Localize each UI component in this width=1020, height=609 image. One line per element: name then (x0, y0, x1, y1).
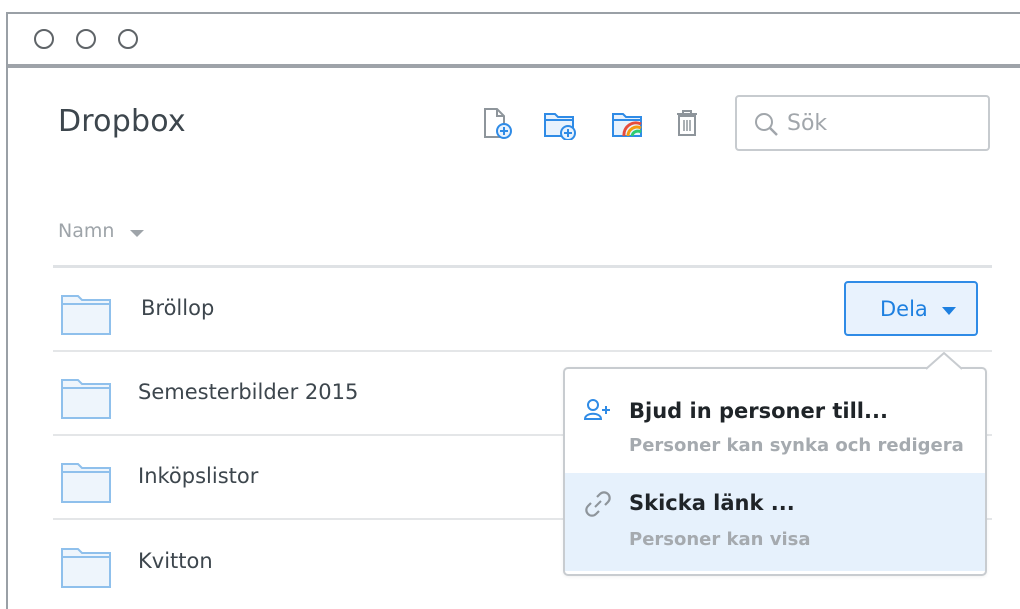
window-close-dot[interactable] (34, 29, 54, 49)
new-folder-icon[interactable] (542, 106, 576, 141)
menu-item-subtitle: Personer kan visa (629, 529, 811, 550)
menu-item-subtitle: Personer kan synka och redigera (629, 435, 964, 456)
column-header-label: Namn (58, 220, 115, 242)
folder-icon (61, 295, 111, 335)
folder-icon (61, 548, 111, 588)
menu-item-title: Skicka länk ... (629, 491, 795, 515)
window-top-border (8, 12, 1020, 14)
list-item-name: Bröllop (141, 296, 215, 320)
link-icon (585, 491, 611, 517)
titlebar-separator (8, 64, 1020, 68)
list-item-name: Semesterbilder 2015 (138, 380, 359, 404)
search-icon (755, 113, 778, 136)
window-zoom-dot[interactable] (118, 29, 138, 49)
window-left-border (6, 12, 8, 609)
window-minimize-dot[interactable] (76, 29, 96, 49)
column-header-name[interactable]: Namn (58, 220, 144, 242)
menu-item-title: Bjud in personer till... (629, 399, 888, 423)
search-input[interactable]: Sök (735, 95, 990, 151)
shared-folder-icon[interactable] (610, 106, 642, 140)
trash-icon[interactable] (672, 106, 704, 140)
sort-caret-icon (130, 230, 144, 237)
share-menu: Bjud in personer till... Personer kan sy… (563, 367, 987, 576)
page-title: Dropbox (58, 104, 186, 139)
share-button-label: Dela (880, 297, 928, 321)
share-button[interactable]: Dela (844, 281, 978, 336)
new-file-icon[interactable] (482, 106, 514, 140)
menu-pointer (926, 352, 962, 370)
search-placeholder: Sök (787, 111, 828, 136)
invite-person-icon (583, 399, 610, 420)
folder-icon (61, 463, 111, 503)
menu-item-invite[interactable]: Bjud in personer till... Personer kan sy… (565, 387, 985, 475)
chevron-down-icon (942, 307, 956, 315)
folder-icon (61, 379, 111, 419)
list-item-name: Kvitton (138, 549, 213, 573)
list-item-name: Inköpslistor (138, 464, 259, 488)
menu-item-send-link[interactable]: Skicka länk ... Personer kan visa (565, 473, 985, 571)
